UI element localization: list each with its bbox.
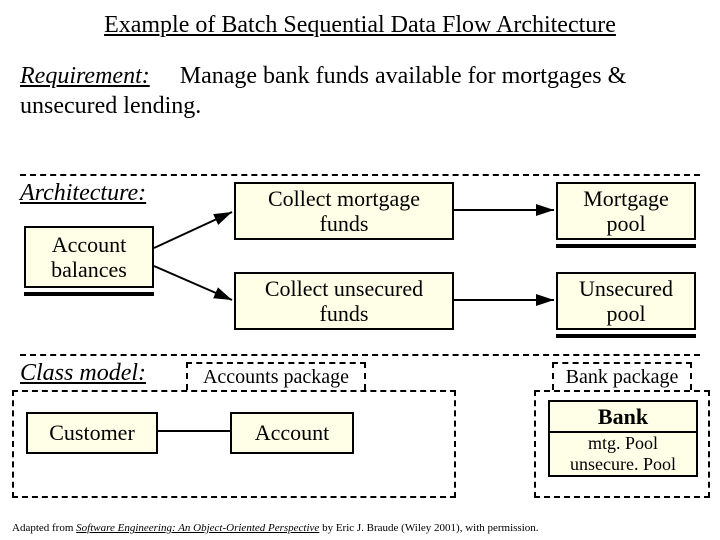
requirement-block: Requirement: Manage bank funds available…	[0, 39, 720, 131]
uml-bank: Bank mtg. Pool unsecure. Pool	[548, 400, 698, 477]
divider	[20, 174, 700, 176]
uml-bank-name: Bank	[550, 402, 696, 433]
box-text: Mortgage pool	[564, 186, 688, 237]
box-text: Collect unsecured funds	[242, 276, 446, 327]
association-line	[158, 430, 230, 432]
footnote-prefix: Adapted from	[12, 522, 76, 534]
underline	[556, 334, 696, 338]
box-mortgage-pool: Mortgage pool	[556, 182, 696, 240]
box-text: Unsecured pool	[564, 276, 688, 327]
box-unsecured-pool: Unsecured pool	[556, 272, 696, 330]
class-model-label: Class model:	[20, 360, 146, 387]
uml-bank-attr1: mtg. Pool	[550, 433, 696, 454]
page-title: Example of Batch Sequential Data Flow Ar…	[0, 0, 720, 39]
footnote-book: Software Engineering: An Object-Oriented…	[76, 522, 319, 534]
underline	[556, 244, 696, 248]
box-account-balances: Account balances	[24, 226, 154, 288]
requirement-label: Requirement:	[20, 63, 150, 89]
package-label: Accounts package	[203, 366, 349, 388]
uml-customer: Customer	[26, 412, 158, 454]
uml-account: Account	[230, 412, 354, 454]
box-text: Collect mortgage funds	[242, 186, 446, 237]
footnote-suffix: by Eric J. Braude (Wiley 2001), with per…	[319, 522, 538, 534]
accounts-package-tab: Accounts package	[186, 362, 366, 390]
footnote: Adapted from Software Engineering: An Ob…	[12, 522, 539, 534]
box-text: Account balances	[32, 232, 146, 283]
divider	[20, 354, 700, 356]
uml-text: Customer	[49, 420, 135, 445]
uml-text: Account	[255, 420, 330, 445]
bank-package-tab: Bank package	[552, 362, 692, 390]
uml-bank-attr2: unsecure. Pool	[550, 454, 696, 475]
package-label: Bank package	[566, 366, 679, 388]
box-collect-unsecured: Collect unsecured funds	[234, 272, 454, 330]
underline	[24, 292, 154, 296]
box-collect-mortgage: Collect mortgage funds	[234, 182, 454, 240]
architecture-label: Architecture:	[20, 180, 146, 207]
